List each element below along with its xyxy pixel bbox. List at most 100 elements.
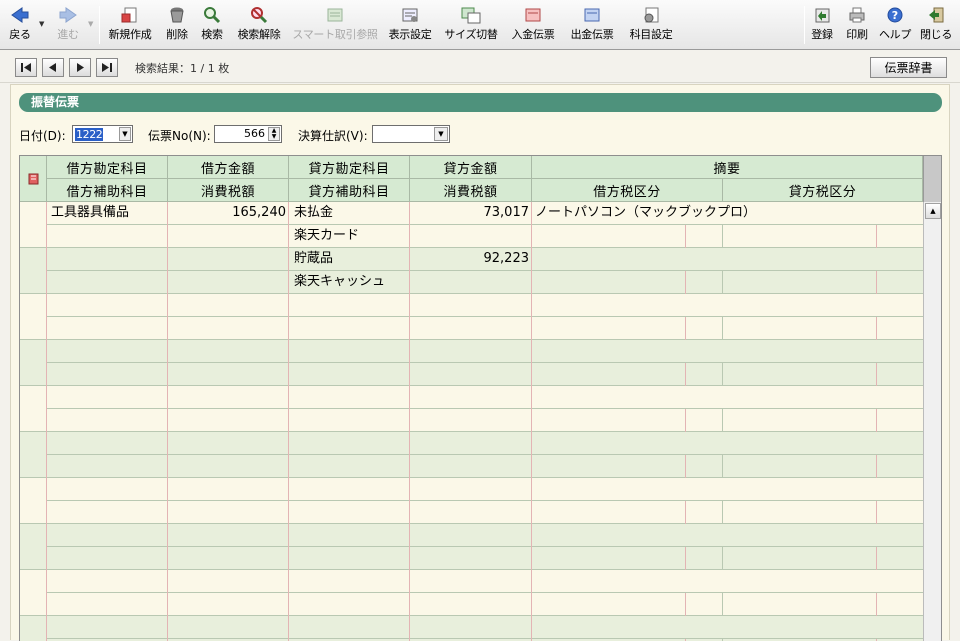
closing-entry-select[interactable]: ▼ [372, 125, 450, 143]
payment-slip-button[interactable]: 出金伝票 [565, 2, 619, 48]
spinner-icon[interactable]: ▲ ▼ [268, 127, 280, 141]
header-memo: 摘要 [532, 156, 923, 179]
tax-class-divider [685, 225, 686, 248]
deposit-slip-icon [523, 2, 543, 28]
entry-band [20, 386, 923, 432]
header-credit-tax: 消費税額 [410, 179, 532, 202]
help-button[interactable]: ? ヘルプ [877, 2, 913, 48]
last-icon [102, 63, 112, 72]
smart-reference-icon [325, 2, 345, 28]
entry-1-debit-amount[interactable] [169, 248, 289, 271]
date-value: 1222 [75, 127, 104, 141]
size-toggle-button[interactable]: サイズ切替 [443, 2, 499, 48]
slip-no-label: 伝票No(N): [148, 129, 211, 143]
entry-0-credit-tax[interactable] [411, 225, 532, 248]
date-input[interactable]: 1222 ▼ [72, 125, 133, 143]
entry-1-credit-tax[interactable] [411, 271, 532, 294]
entry-0-debit-amount[interactable]: 165,240 [169, 202, 289, 225]
entry-0-credit-sub[interactable]: 楽天カード [294, 225, 409, 248]
forward-dropdown-icon[interactable]: ▼ [88, 20, 93, 28]
display-settings-button[interactable]: 表示設定 [384, 2, 436, 48]
date-label: 日付(D): [19, 129, 66, 143]
header-debit-tax: 消費税額 [168, 179, 289, 202]
entry-1-memo[interactable] [535, 248, 920, 271]
search-clear-button[interactable]: 検索解除 [233, 2, 285, 48]
tax-class-divider [876, 593, 877, 616]
row-divider [20, 339, 923, 340]
entry-1-credit-sub[interactable]: 楽天キャッシュ [294, 271, 409, 294]
tax-class-divider [876, 317, 877, 340]
tax-class-divider [722, 271, 723, 294]
toolbar: 戻る ▼ 進む ▼ 新規作成 削除 検索 検索解除 スマート取引参照 表示設定 … [0, 0, 960, 50]
row-divider [47, 500, 923, 501]
slip-no-value: 566 [244, 127, 265, 140]
entry-band [20, 524, 923, 570]
tax-class-divider [722, 225, 723, 248]
register-button[interactable]: 登録 [807, 2, 837, 48]
printer-icon [847, 2, 867, 28]
toolbar-separator [804, 6, 805, 44]
trash-icon [167, 2, 187, 28]
first-record-button[interactable] [15, 58, 37, 77]
back-button[interactable]: 戻る [6, 2, 34, 48]
row-marker-header [20, 156, 47, 202]
header-debit-tax-class: 借方税区分 [532, 179, 723, 202]
display-settings-icon [400, 2, 420, 28]
header-credit-account: 貸方勘定科目 [289, 156, 410, 179]
new-button[interactable]: 新規作成 [104, 2, 156, 48]
delete-button[interactable]: 削除 [162, 2, 192, 48]
tax-class-divider [722, 455, 723, 478]
entry-0-memo[interactable]: ノートパソコン（マックブックプロ） [535, 202, 920, 225]
entry-band [20, 432, 923, 478]
tax-class-divider [722, 363, 723, 386]
prev-record-button[interactable] [42, 58, 64, 77]
tax-class-divider [722, 547, 723, 570]
account-settings-button[interactable]: 科目設定 [625, 2, 677, 48]
header-debit-sub-account: 借方補助科目 [47, 179, 168, 202]
entry-1-debit-sub[interactable] [51, 271, 167, 294]
entry-0-credit-account[interactable]: 未払金 [294, 202, 409, 225]
tax-class-divider [722, 317, 723, 340]
entry-1-credit-account[interactable]: 貯蔵品 [294, 248, 409, 271]
svg-text:?: ? [892, 9, 898, 22]
forward-button[interactable]: 進む [54, 2, 82, 48]
back-arrow-icon [10, 2, 30, 28]
entry-0-debit-sub[interactable] [51, 225, 167, 248]
tax-class-divider [685, 455, 686, 478]
journal-grid: 借方勘定科目 借方金額 貸方勘定科目 貸方金額 摘要 借方補助科目 消費税額 貸… [19, 155, 942, 641]
tax-class-divider [876, 363, 877, 386]
header-credit-amount: 貸方金額 [410, 156, 532, 179]
back-dropdown-icon[interactable]: ▼ [39, 20, 44, 28]
search-button[interactable]: 検索 [198, 2, 226, 48]
tax-class-divider [722, 593, 723, 616]
closing-entry-label: 決算仕訳(V): [298, 129, 368, 143]
tax-class-divider [876, 409, 877, 432]
next-record-button[interactable] [69, 58, 91, 77]
print-button[interactable]: 印刷 [842, 2, 872, 48]
tax-class-divider [876, 455, 877, 478]
last-record-button[interactable] [96, 58, 118, 77]
entry-0-debit-tax[interactable] [169, 225, 289, 248]
search-icon [202, 2, 222, 28]
entry-1-credit-amount[interactable]: 92,223 [411, 248, 532, 271]
deposit-slip-button[interactable]: 入金伝票 [506, 2, 560, 48]
chevron-down-icon[interactable]: ▼ [434, 127, 448, 141]
tax-class-divider [685, 363, 686, 386]
smart-reference-button[interactable]: スマート取引参照 [292, 2, 378, 48]
entry-1-debit-tax[interactable] [169, 271, 289, 294]
close-button[interactable]: 閉じる [918, 2, 954, 48]
column-divider [409, 156, 410, 641]
entry-1-debit-account[interactable] [51, 248, 167, 271]
vertical-scrollbar[interactable]: ▲ [923, 202, 941, 641]
header-debit-account: 借方勘定科目 [47, 156, 168, 179]
tax-class-divider [685, 271, 686, 294]
header-credit-sub-account: 貸方補助科目 [289, 179, 410, 202]
column-divider [167, 156, 168, 641]
slip-no-input[interactable]: 566 ▲ ▼ [214, 125, 282, 143]
slip-dictionary-button[interactable]: 伝票辞書 [870, 57, 947, 78]
row-divider [20, 523, 923, 524]
date-dropdown-icon[interactable]: ▼ [119, 127, 131, 141]
entry-0-debit-account[interactable]: 工具器具備品 [51, 202, 167, 225]
scroll-up-icon[interactable]: ▲ [925, 203, 941, 219]
entry-0-credit-amount[interactable]: 73,017 [411, 202, 532, 225]
